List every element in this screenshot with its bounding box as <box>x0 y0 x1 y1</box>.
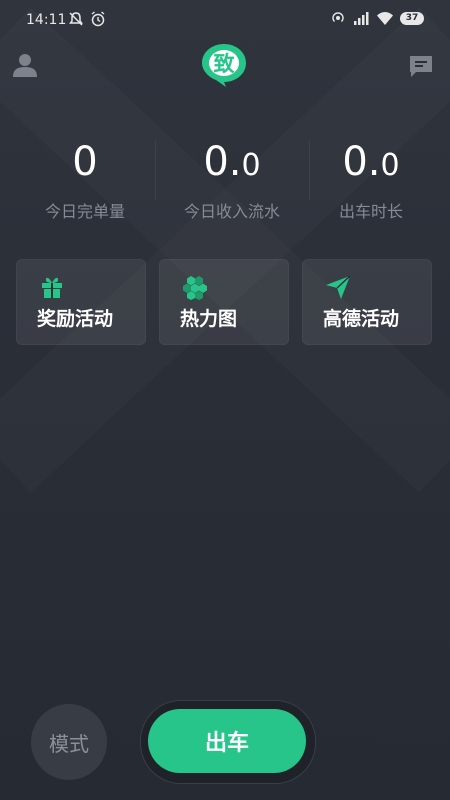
reward-activity-card[interactable]: 奖励活动 <box>16 259 146 345</box>
paper-plane-icon <box>326 275 351 299</box>
hexagon-cluster-icon <box>183 276 207 300</box>
wifi-icon <box>377 12 393 25</box>
mode-button[interactable]: 模式 <box>31 704 107 780</box>
amap-activity-card[interactable]: 高德活动 <box>302 259 432 345</box>
user-icon[interactable] <box>12 52 38 78</box>
card-label: 奖励活动 <box>37 308 114 330</box>
hotspot-icon <box>332 12 344 22</box>
background-pattern <box>0 0 450 800</box>
message-icon[interactable] <box>408 53 434 79</box>
card-label: 高德活动 <box>323 308 400 330</box>
stats-panel: 0 今日完单量 0.0 今日收入流水 0.0 出车时长 <box>0 132 450 224</box>
app-logo: 致 <box>200 42 248 88</box>
stat-value: 0. <box>203 139 242 185</box>
alarm-icon <box>91 11 105 27</box>
stat-drive-time: 0.0 出车时长 <box>296 132 446 222</box>
stat-completed-orders: 0 今日完单量 <box>10 132 160 222</box>
gift-icon <box>42 277 62 298</box>
stat-label: 今日完单量 <box>44 202 125 221</box>
notification-off-icon <box>69 12 83 26</box>
stat-value: 0 <box>72 139 98 185</box>
battery-icon: 37 <box>400 11 424 25</box>
heatmap-card[interactable]: 热力图 <box>159 259 289 345</box>
home-screen: 14:11 37 致 0 今日完单量 0.0 今日收入流水 0.0 出车时长 奖… <box>0 0 450 800</box>
stat-value-decimal: 0 <box>380 148 400 183</box>
stat-label: 出车时长 <box>338 202 403 221</box>
stat-value: 0. <box>342 139 381 185</box>
stat-label: 今日收入流水 <box>183 202 280 221</box>
logo-text: 致 <box>213 51 235 76</box>
signal-icon <box>354 12 369 25</box>
card-label: 热力图 <box>180 308 238 330</box>
status-bar: 14:11 37 <box>0 0 450 40</box>
status-time: 14:11 <box>26 12 67 28</box>
start-driving-button[interactable]: 出车 <box>148 709 306 773</box>
stat-value-decimal: 0 <box>241 148 261 183</box>
stat-income: 0.0 今日收入流水 <box>157 132 307 222</box>
divider <box>155 140 156 200</box>
